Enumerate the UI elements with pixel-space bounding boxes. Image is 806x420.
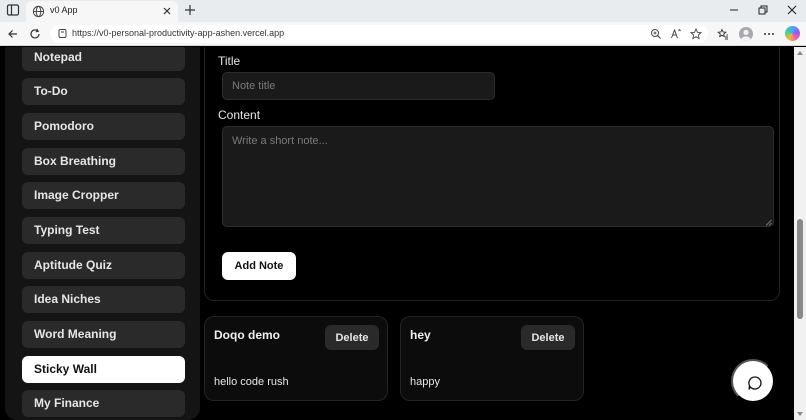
title-label: Title: [218, 54, 241, 68]
tab-title: v0 App: [50, 5, 78, 15]
scroll-down-icon[interactable]: [797, 411, 803, 417]
scroll-thumb[interactable]: [797, 219, 803, 319]
refresh-icon[interactable]: [29, 28, 41, 40]
delete-note-button[interactable]: Delete: [521, 325, 575, 350]
note-card: hey Delete happy: [400, 316, 584, 401]
sidebar-item-word-meaning[interactable]: Word Meaning: [22, 321, 185, 348]
restore-icon[interactable]: [757, 4, 769, 16]
chat-button[interactable]: [731, 359, 775, 403]
sidebar-item-to-do[interactable]: To-Do: [22, 78, 185, 105]
resize-handle-icon[interactable]: [765, 219, 772, 226]
sidebar-item-my-finance[interactable]: My Finance: [22, 390, 185, 417]
copilot-icon[interactable]: [785, 26, 800, 41]
delete-note-button[interactable]: Delete: [325, 325, 379, 350]
main-content: Title Content Add Note Doqo demo Delete …: [200, 47, 794, 420]
back-icon[interactable]: [7, 28, 19, 40]
new-tab-icon[interactable]: [184, 4, 196, 16]
favorite-star-icon[interactable]: [690, 28, 702, 40]
page-scrollbar[interactable]: [794, 47, 806, 420]
sidebar-item-image-cropper[interactable]: Image Cropper: [22, 182, 185, 209]
sidebar-item-typing-test[interactable]: Typing Test: [22, 217, 185, 244]
sidebar-item-pomodoro[interactable]: Pomodoro: [22, 113, 185, 140]
more-options-icon[interactable]: [763, 28, 775, 40]
note-title: Doqo demo: [214, 328, 280, 342]
note-form-card: Title Content Add Note: [204, 47, 780, 301]
title-input[interactable]: [222, 72, 495, 100]
note-title: hey: [410, 328, 431, 342]
zoom-icon[interactable]: [650, 28, 662, 40]
content-textarea[interactable]: [222, 126, 774, 227]
sidebar-item-aptitude-quiz[interactable]: Aptitude Quiz: [22, 252, 185, 279]
sidebar: Notepad To-Do Pomodoro Box Breathing Ima…: [5, 47, 200, 420]
note-body: happy: [410, 376, 440, 388]
sidebar-item-box-breathing[interactable]: Box Breathing: [22, 148, 185, 175]
close-tab-icon[interactable]: [162, 6, 172, 16]
scroll-up-icon[interactable]: [797, 50, 803, 56]
sidebar-item-notepad[interactable]: Notepad: [22, 47, 185, 71]
add-note-button[interactable]: Add Note: [222, 252, 296, 280]
favorites-icon[interactable]: [717, 28, 729, 40]
app-page: Notepad To-Do Pomodoro Box Breathing Ima…: [0, 47, 806, 420]
browser-toolbar: https://v0-personal-productivity-app-ash…: [0, 22, 806, 46]
site-info-icon[interactable]: [57, 28, 68, 39]
read-aloud-icon[interactable]: [670, 28, 682, 40]
note-card: Doqo demo Delete hello code rush: [204, 316, 388, 401]
sidebar-item-sticky-wall[interactable]: Sticky Wall: [22, 356, 185, 383]
minimize-icon[interactable]: [728, 4, 740, 16]
sidebar-item-idea-niches[interactable]: Idea Niches: [22, 286, 185, 313]
browser-tab[interactable]: v0 App: [26, 1, 178, 22]
address-bar[interactable]: https://v0-personal-productivity-app-ash…: [50, 25, 708, 43]
profile-avatar[interactable]: [739, 27, 753, 41]
content-label: Content: [218, 108, 261, 122]
sidebar-toggle-icon[interactable]: [6, 3, 20, 17]
browser-tab-bar: v0 App: [0, 0, 806, 22]
globe-icon: [32, 5, 45, 18]
close-window-icon[interactable]: [786, 4, 798, 16]
url-text: https://v0-personal-productivity-app-ash…: [72, 28, 285, 38]
note-body: hello code rush: [214, 376, 289, 388]
chat-bubble-icon: [748, 376, 762, 390]
